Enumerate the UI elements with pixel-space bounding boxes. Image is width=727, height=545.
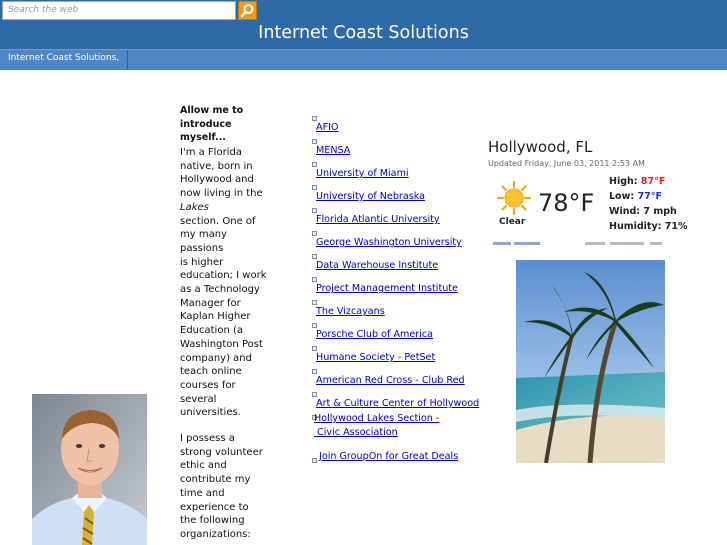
org-link[interactable]: University of Miami (316, 167, 409, 181)
intro-text-line: courses for (180, 379, 236, 391)
intro-text-line: company) and (180, 352, 252, 364)
intro-text-line: education; I work (180, 270, 267, 282)
weather-condition: Clear (499, 217, 526, 227)
intro-text-line: now living in the (180, 188, 263, 200)
intro-text-line: experience to (180, 501, 249, 513)
org-link-label: Humane Society - PetSet (316, 352, 436, 363)
intro-text-line: native, born in (180, 160, 253, 172)
weather-low: Low: 77°F (609, 191, 662, 202)
org-link-label: Porsche Club of America (316, 329, 434, 340)
search-icon (240, 4, 254, 18)
intro-text-line: universities. (180, 407, 241, 419)
weather-forecast-strip (493, 242, 662, 245)
intro-text-line: several (180, 393, 217, 405)
org-link-label-line2: Civic Association (314, 427, 398, 438)
org-link[interactable]: American Red Cross - Club Red (316, 374, 465, 388)
org-link-label: George Washington University (316, 237, 462, 248)
intro-text-line: strong volunteer (180, 446, 263, 458)
weather-high-value: 87°F (640, 176, 666, 187)
weather-temperature: 78°F (538, 189, 595, 217)
org-link-label: Florida Atlantic University (316, 214, 440, 225)
intro-text-line: Washington Post (180, 338, 263, 350)
org-link-label: Data Warehouse Institute (316, 260, 439, 271)
org-link-label: University of Miami (316, 168, 409, 179)
site-header: Search the web Internet Coast Solutions (0, 0, 727, 49)
intro-text-line: Manager for (180, 297, 241, 309)
intro-heading: Allow me to introduce myself... (180, 104, 280, 145)
intro-heading-line: Allow me to (180, 105, 244, 116)
intro-text-line: as a Technology (180, 284, 260, 296)
intro-paragraph: I'm a Florida native, born in Hollywood an… (180, 146, 269, 420)
org-link-label: MENSA (316, 145, 351, 156)
bullet-icon (312, 458, 317, 463)
sun-icon (496, 180, 532, 216)
org-link[interactable]: University of Nebraska (316, 190, 425, 204)
org-link[interactable]: MENSA (316, 144, 350, 158)
org-link[interactable]: Humane Society - PetSet (316, 351, 435, 365)
org-link-label: Hollywood Lakes Section - (314, 413, 440, 424)
site-title: Internet Coast Solutions (258, 23, 469, 43)
intro-text-line: is higher (180, 256, 224, 268)
intro-text-line: Education (a (180, 325, 243, 337)
intro-text-line: organizations: (180, 528, 251, 540)
org-link[interactable]: Art & Culture Center of Hollywood (316, 397, 479, 411)
intro-text-line: Hollywood and (180, 174, 254, 186)
org-link[interactable]: George Washington University (316, 236, 462, 250)
intro-paragraph-volunteer: I possess a strong volunteer ethic and cont… (180, 432, 269, 542)
intro-text-line: time and (180, 487, 225, 499)
nav-bar: Internet Coast Solutions, (0, 49, 727, 70)
intro-heading-line: introduce myself... (180, 118, 232, 144)
intro-text-line: contribute my (180, 474, 251, 486)
weather-updated: Updated Friday, June 03, 2011 2:53 AM (488, 159, 645, 168)
org-link[interactable]: Join GroupOn for Great Deals (319, 450, 458, 464)
org-link-label: Project Management Institute (316, 283, 458, 294)
org-link-label: The Vizcayans (316, 306, 385, 317)
org-link[interactable]: Porsche Club of America (316, 328, 433, 342)
weather-high-label: High: (609, 176, 641, 187)
org-link-label: Join GroupOn for Great Deals (319, 451, 459, 462)
intro-text-line: Kaplan Higher (180, 311, 251, 323)
intro-text-line: I possess a (180, 433, 235, 444)
org-link[interactable]: Project Management Institute (316, 282, 458, 296)
org-link[interactable]: Hollywood Lakes Section - Civic Associat… (314, 412, 439, 440)
org-link[interactable]: Data Warehouse Institute (316, 259, 438, 273)
intro-text-line: ethic and (180, 460, 227, 472)
weather-low-label: Low: (609, 191, 638, 202)
profile-photo (32, 394, 147, 545)
intro-text-line: section. One of (180, 215, 256, 227)
org-link[interactable]: The Vizcayans (316, 305, 385, 319)
org-link[interactable]: Florida Atlantic University (316, 213, 440, 227)
intro-text-line: teach online (180, 366, 242, 378)
intro-text-line: passions (180, 242, 224, 254)
intro-text-line: the following (180, 515, 245, 527)
org-link-label: University of Nebraska (316, 191, 425, 202)
intro-text-line: Lakes (180, 201, 209, 213)
weather-humidity: Humidity: 71% (609, 221, 688, 232)
weather-city: Hollywood, FL (488, 138, 593, 156)
search-input[interactable]: Search the web (2, 1, 236, 20)
search-button[interactable] (238, 1, 257, 20)
nav-item-home[interactable]: Internet Coast Solutions, (0, 50, 129, 70)
org-link-label: AFIO (316, 122, 339, 133)
intro-text-line: my many (180, 229, 227, 241)
org-link-label: Art & Culture Center of Hollywood (316, 398, 480, 409)
beach-photo (516, 260, 665, 463)
intro-text-line: I'm a Florida (180, 147, 242, 158)
weather-wind: Wind: 7 mph (609, 206, 677, 217)
org-link[interactable]: AFIO (316, 121, 338, 135)
weather-high: High: 87°F (609, 176, 665, 187)
org-link-label: American Red Cross - Club Red (316, 375, 465, 386)
weather-low-value: 77°F (637, 191, 662, 202)
